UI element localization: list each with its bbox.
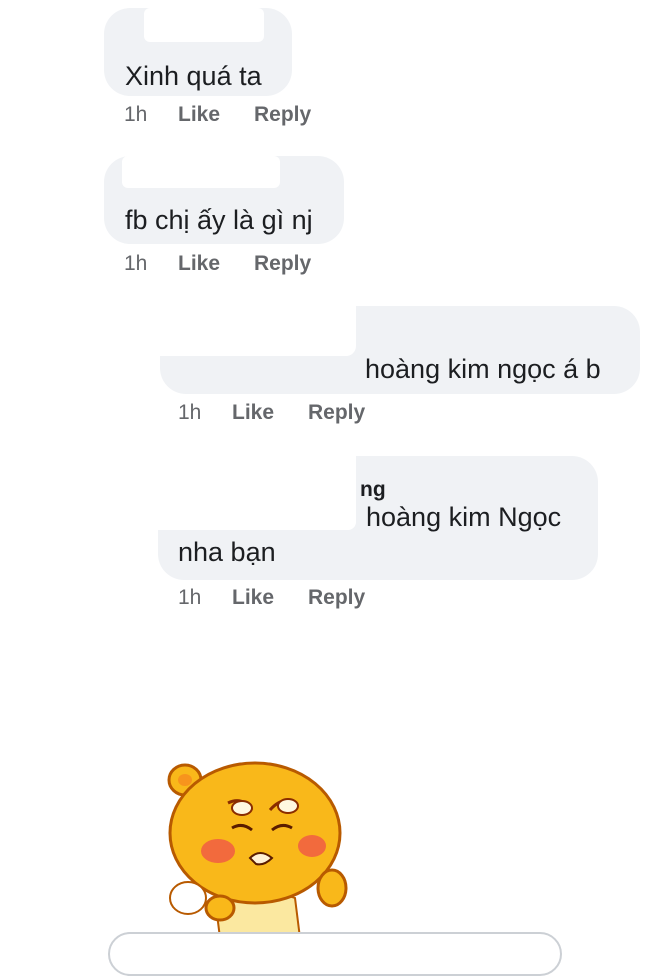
reply-button[interactable]: Reply <box>308 398 365 428</box>
timestamp: 1h <box>124 252 148 275</box>
comment-text: hoàng kim ngọc á b <box>365 354 601 384</box>
redacted-name-mask <box>158 456 356 530</box>
timestamp: 1h <box>178 401 202 424</box>
redacted-name-mask <box>160 306 356 356</box>
comment-text: fb chị ấy là gì nj <box>125 205 313 235</box>
reply-button[interactable]: Reply <box>308 583 365 613</box>
comment-composer-input[interactable] <box>108 932 562 976</box>
comment-bubble[interactable]: fb chị ấy là gì nj <box>104 156 344 244</box>
reply-button[interactable]: Reply <box>254 100 311 130</box>
comment-actions: 1h Like Reply <box>178 398 478 428</box>
redacted-name-mask <box>122 156 280 188</box>
like-button[interactable]: Like <box>178 249 220 279</box>
reply-button[interactable]: Reply <box>254 249 311 279</box>
comment-bubble[interactable]: Xinh quá ta <box>104 8 292 96</box>
redacted-name-mask <box>144 8 264 42</box>
timestamp: 1h <box>178 586 202 609</box>
angry-yellow-bear-sticker-icon <box>167 761 348 938</box>
like-button[interactable]: Like <box>178 100 220 130</box>
timestamp: 1h <box>124 103 148 126</box>
like-button[interactable]: Like <box>232 398 274 428</box>
comment-actions: 1h Like Reply <box>124 100 424 130</box>
reply-bubble[interactable]: ng hoàng kim Ngọc nha bạn <box>158 456 598 580</box>
comment-actions: 1h Like Reply <box>124 249 424 279</box>
comment-text: Xinh quá ta <box>125 61 262 91</box>
comment-text-line2: nha bạn <box>178 537 276 567</box>
comment-text-line1: hoàng kim Ngọc <box>366 502 562 532</box>
comment-actions: 1h Like Reply <box>178 583 478 613</box>
like-button[interactable]: Like <box>232 583 274 613</box>
reply-bubble[interactable]: hoàng kim ngọc á b <box>160 306 640 394</box>
